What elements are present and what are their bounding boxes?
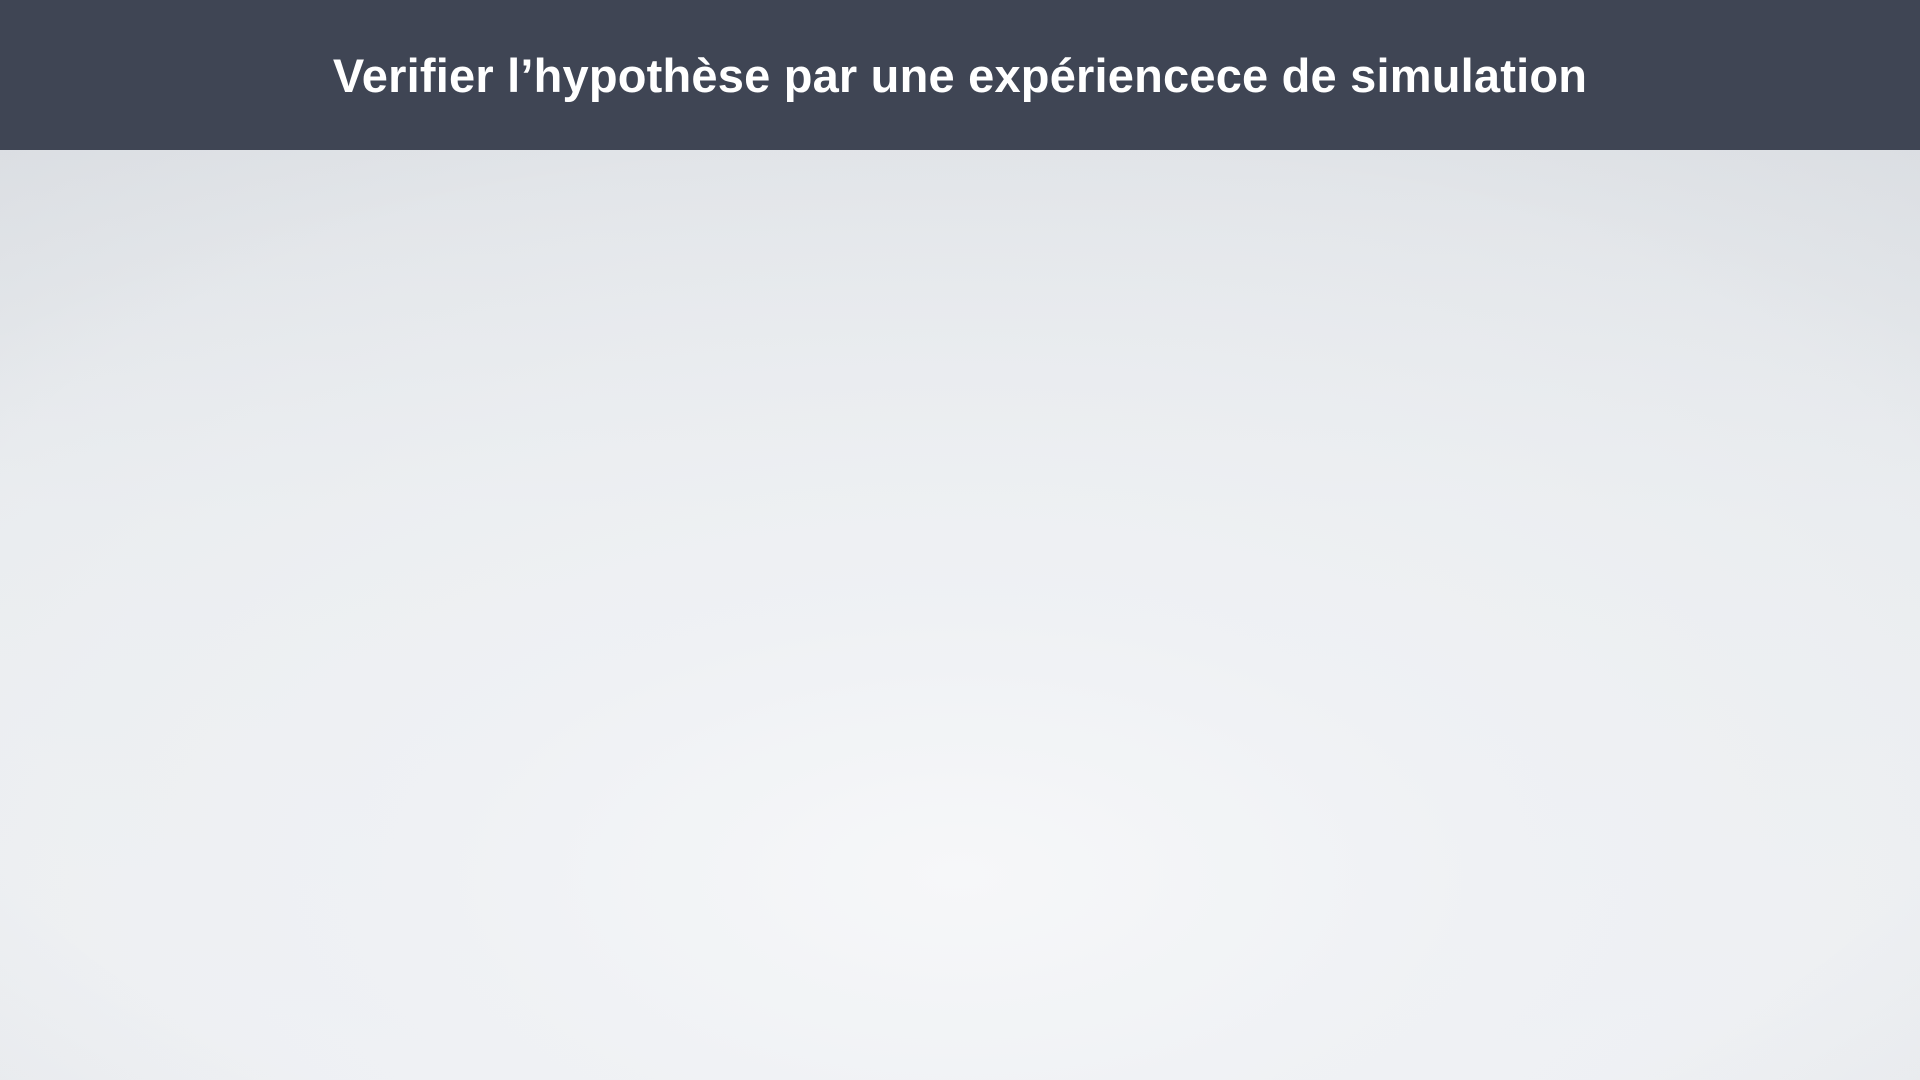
slide-title: Verifier l’hypothèse par une expériencec… bbox=[332, 48, 1588, 102]
title-bar: Verifier l’hypothèse par une expériencec… bbox=[0, 0, 1920, 150]
slide-content-area bbox=[0, 150, 1920, 1080]
slide: Verifier l’hypothèse par une expériencec… bbox=[0, 0, 1920, 1080]
